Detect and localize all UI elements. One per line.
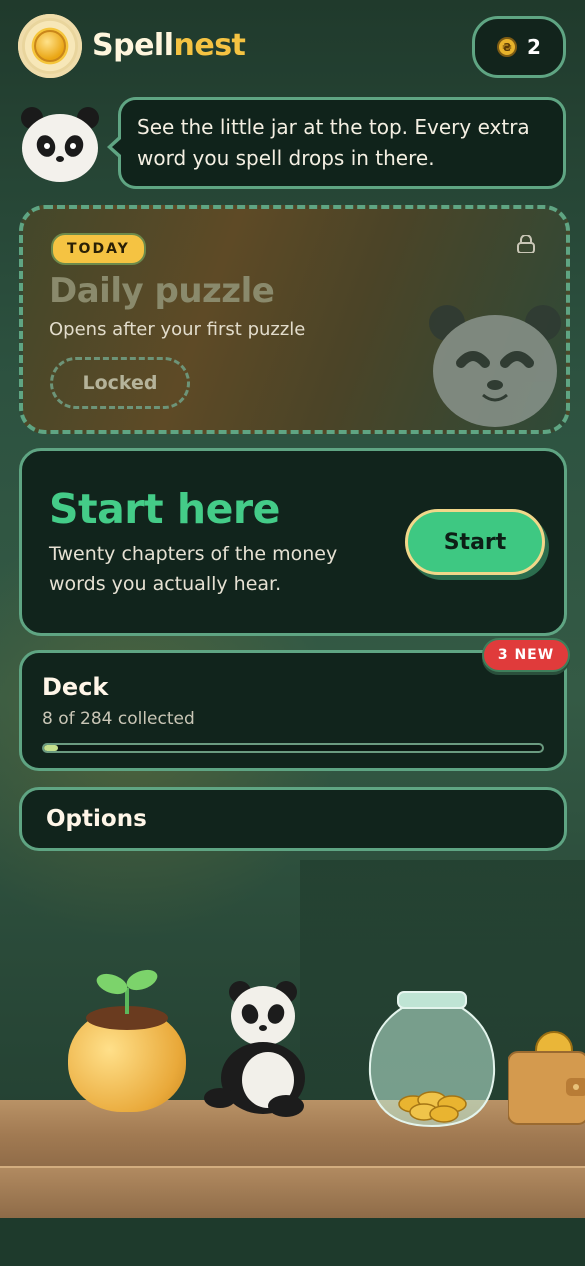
- coin-balance[interactable]: ₴ 2: [472, 16, 566, 78]
- mascot-speech-bubble: See the little jar at the top. Every ext…: [107, 97, 566, 189]
- panda-figure-illustration: [204, 981, 305, 1117]
- panda-illustration: [429, 305, 561, 427]
- daily-puzzle-card: TODAY Daily puzzle Opens after your firs…: [19, 205, 570, 434]
- deck-title: Deck: [42, 673, 109, 701]
- sprout-icon: [96, 969, 158, 1014]
- coin-count: 2: [527, 35, 541, 59]
- app-title-part1: Spell: [92, 28, 174, 63]
- panda-avatar: [21, 107, 99, 182]
- options-button[interactable]: Options: [19, 787, 567, 851]
- daily-puzzle-subtitle: Opens after your first puzzle: [49, 319, 306, 340]
- app-title: Spellnest: [92, 28, 246, 63]
- floor: [0, 1218, 585, 1266]
- daily-puzzle-title: Daily puzzle: [49, 271, 275, 311]
- lock-icon: [517, 235, 535, 253]
- deck-progress-bar: [42, 743, 544, 753]
- deck-collected-count: 8 of 284 collected: [42, 709, 195, 729]
- locked-button: Locked: [50, 357, 190, 409]
- today-badge: TODAY: [51, 233, 146, 265]
- new-cards-badge: 3 NEW: [482, 638, 570, 672]
- coin-icon: ₴: [497, 37, 518, 57]
- start-here-card: Start here Twenty chapters of the money …: [19, 448, 567, 636]
- deck-progress-fill: [44, 745, 58, 751]
- start-button[interactable]: Start: [405, 509, 545, 575]
- start-here-title: Start here: [49, 485, 280, 533]
- start-here-description: Twenty chapters of the money words you a…: [49, 543, 338, 595]
- deck-card[interactable]: Deck 8 of 284 collected: [19, 650, 567, 771]
- logo-icon: [18, 14, 82, 78]
- wallet-illustration: [508, 1031, 585, 1125]
- app-title-part2: nest: [173, 28, 246, 63]
- coin-jar-illustration: [368, 991, 496, 1128]
- shelf-edge: [0, 1166, 585, 1220]
